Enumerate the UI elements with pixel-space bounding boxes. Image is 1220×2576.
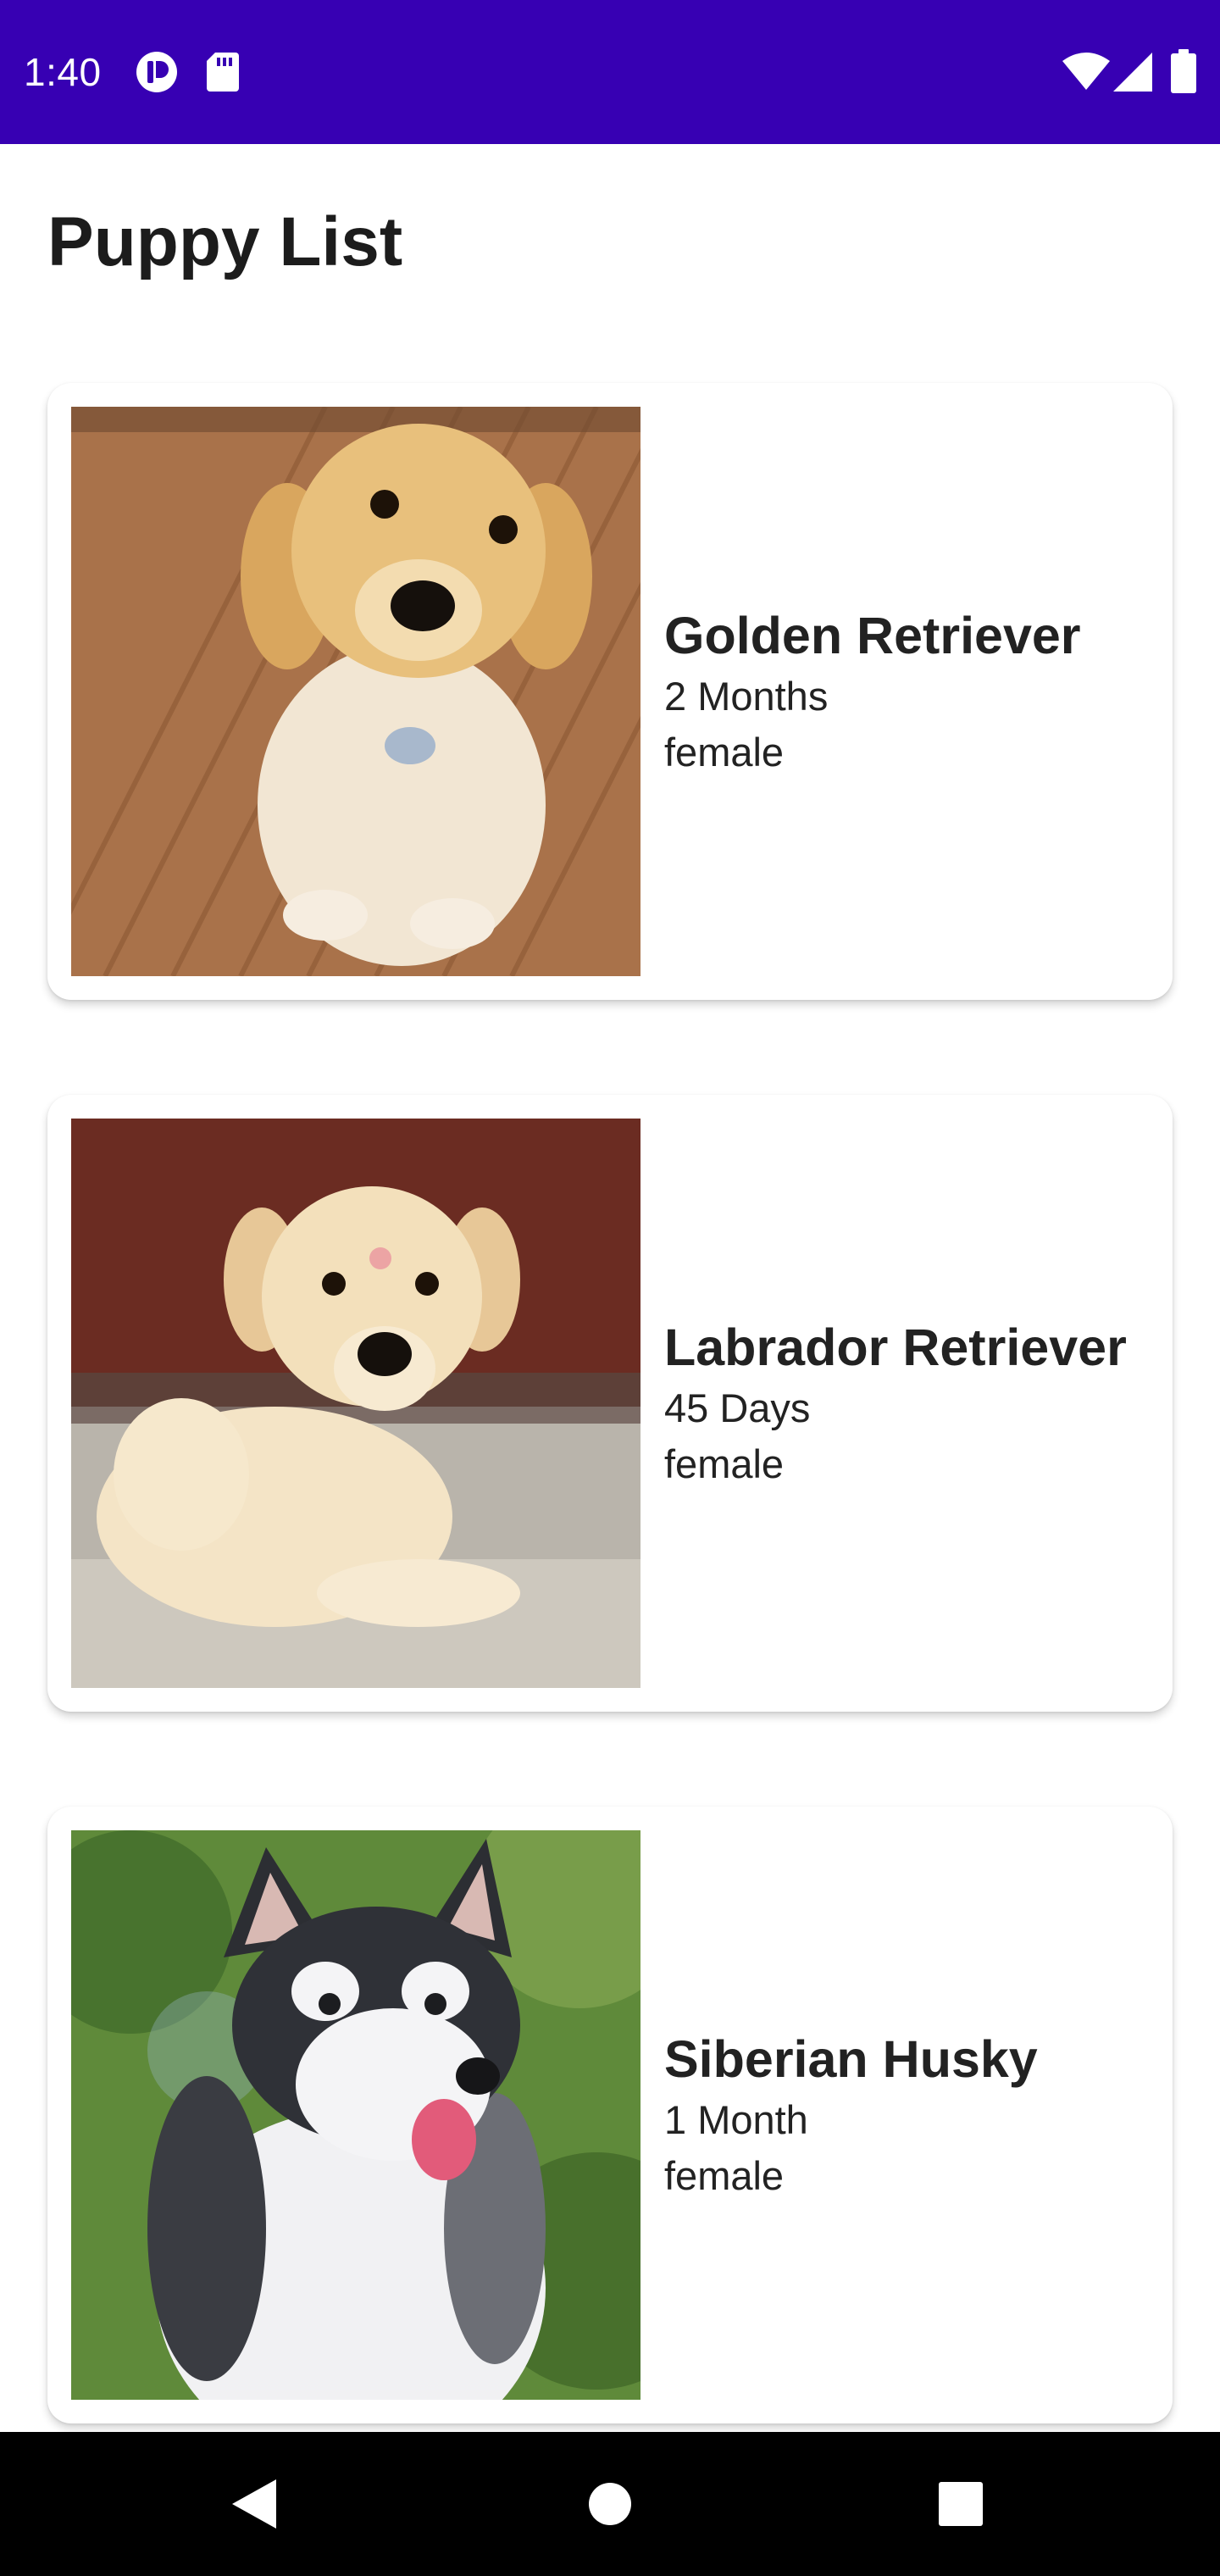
- puppy-info: Golden Retriever 2 Months female: [664, 383, 1156, 1000]
- status-time: 1:40: [24, 50, 102, 94]
- puppy-card-golden-retriever[interactable]: Golden Retriever 2 Months female: [47, 383, 1173, 1000]
- home-button[interactable]: [525, 2432, 695, 2576]
- golden-retriever-puppy-photo: [71, 407, 640, 976]
- puppy-breed: Labrador Retriever: [664, 1319, 1127, 1376]
- notification-app-icon: [136, 52, 177, 92]
- cell-signal-icon: [1113, 53, 1152, 92]
- recents-button[interactable]: [876, 2432, 1045, 2576]
- recents-icon: [939, 2482, 983, 2526]
- puppy-gender: female: [664, 2153, 785, 2198]
- back-icon: [232, 2479, 276, 2529]
- sd-card-icon: [207, 53, 239, 92]
- battery-icon: [1171, 49, 1196, 93]
- puppy-info: Siberian Husky 1 Month female: [664, 1807, 1156, 2423]
- puppy-card-labrador-retriever[interactable]: Labrador Retriever 45 Days female: [47, 1095, 1173, 1712]
- labrador-retriever-puppy-photo: [71, 1119, 640, 1688]
- page-title: Puppy List: [47, 203, 403, 280]
- home-icon: [589, 2483, 631, 2525]
- puppy-breed: Golden Retriever: [664, 607, 1081, 664]
- puppy-info: Labrador Retriever 45 Days female: [664, 1095, 1156, 1712]
- navigation-bar: [0, 2432, 1220, 2576]
- puppy-gender: female: [664, 730, 785, 774]
- back-button[interactable]: [169, 2432, 339, 2576]
- puppy-gender: female: [664, 1441, 785, 1486]
- wifi-icon: [1062, 53, 1110, 90]
- puppy-age: 1 Month: [664, 2097, 808, 2142]
- puppy-age: 2 Months: [664, 674, 829, 719]
- status-bar: 1:40: [0, 0, 1220, 144]
- puppy-breed: Siberian Husky: [664, 2030, 1038, 2088]
- puppy-age: 45 Days: [664, 1385, 811, 1430]
- puppy-card-siberian-husky[interactable]: Siberian Husky 1 Month female: [47, 1807, 1173, 2423]
- siberian-husky-puppy-photo: [71, 1830, 640, 2400]
